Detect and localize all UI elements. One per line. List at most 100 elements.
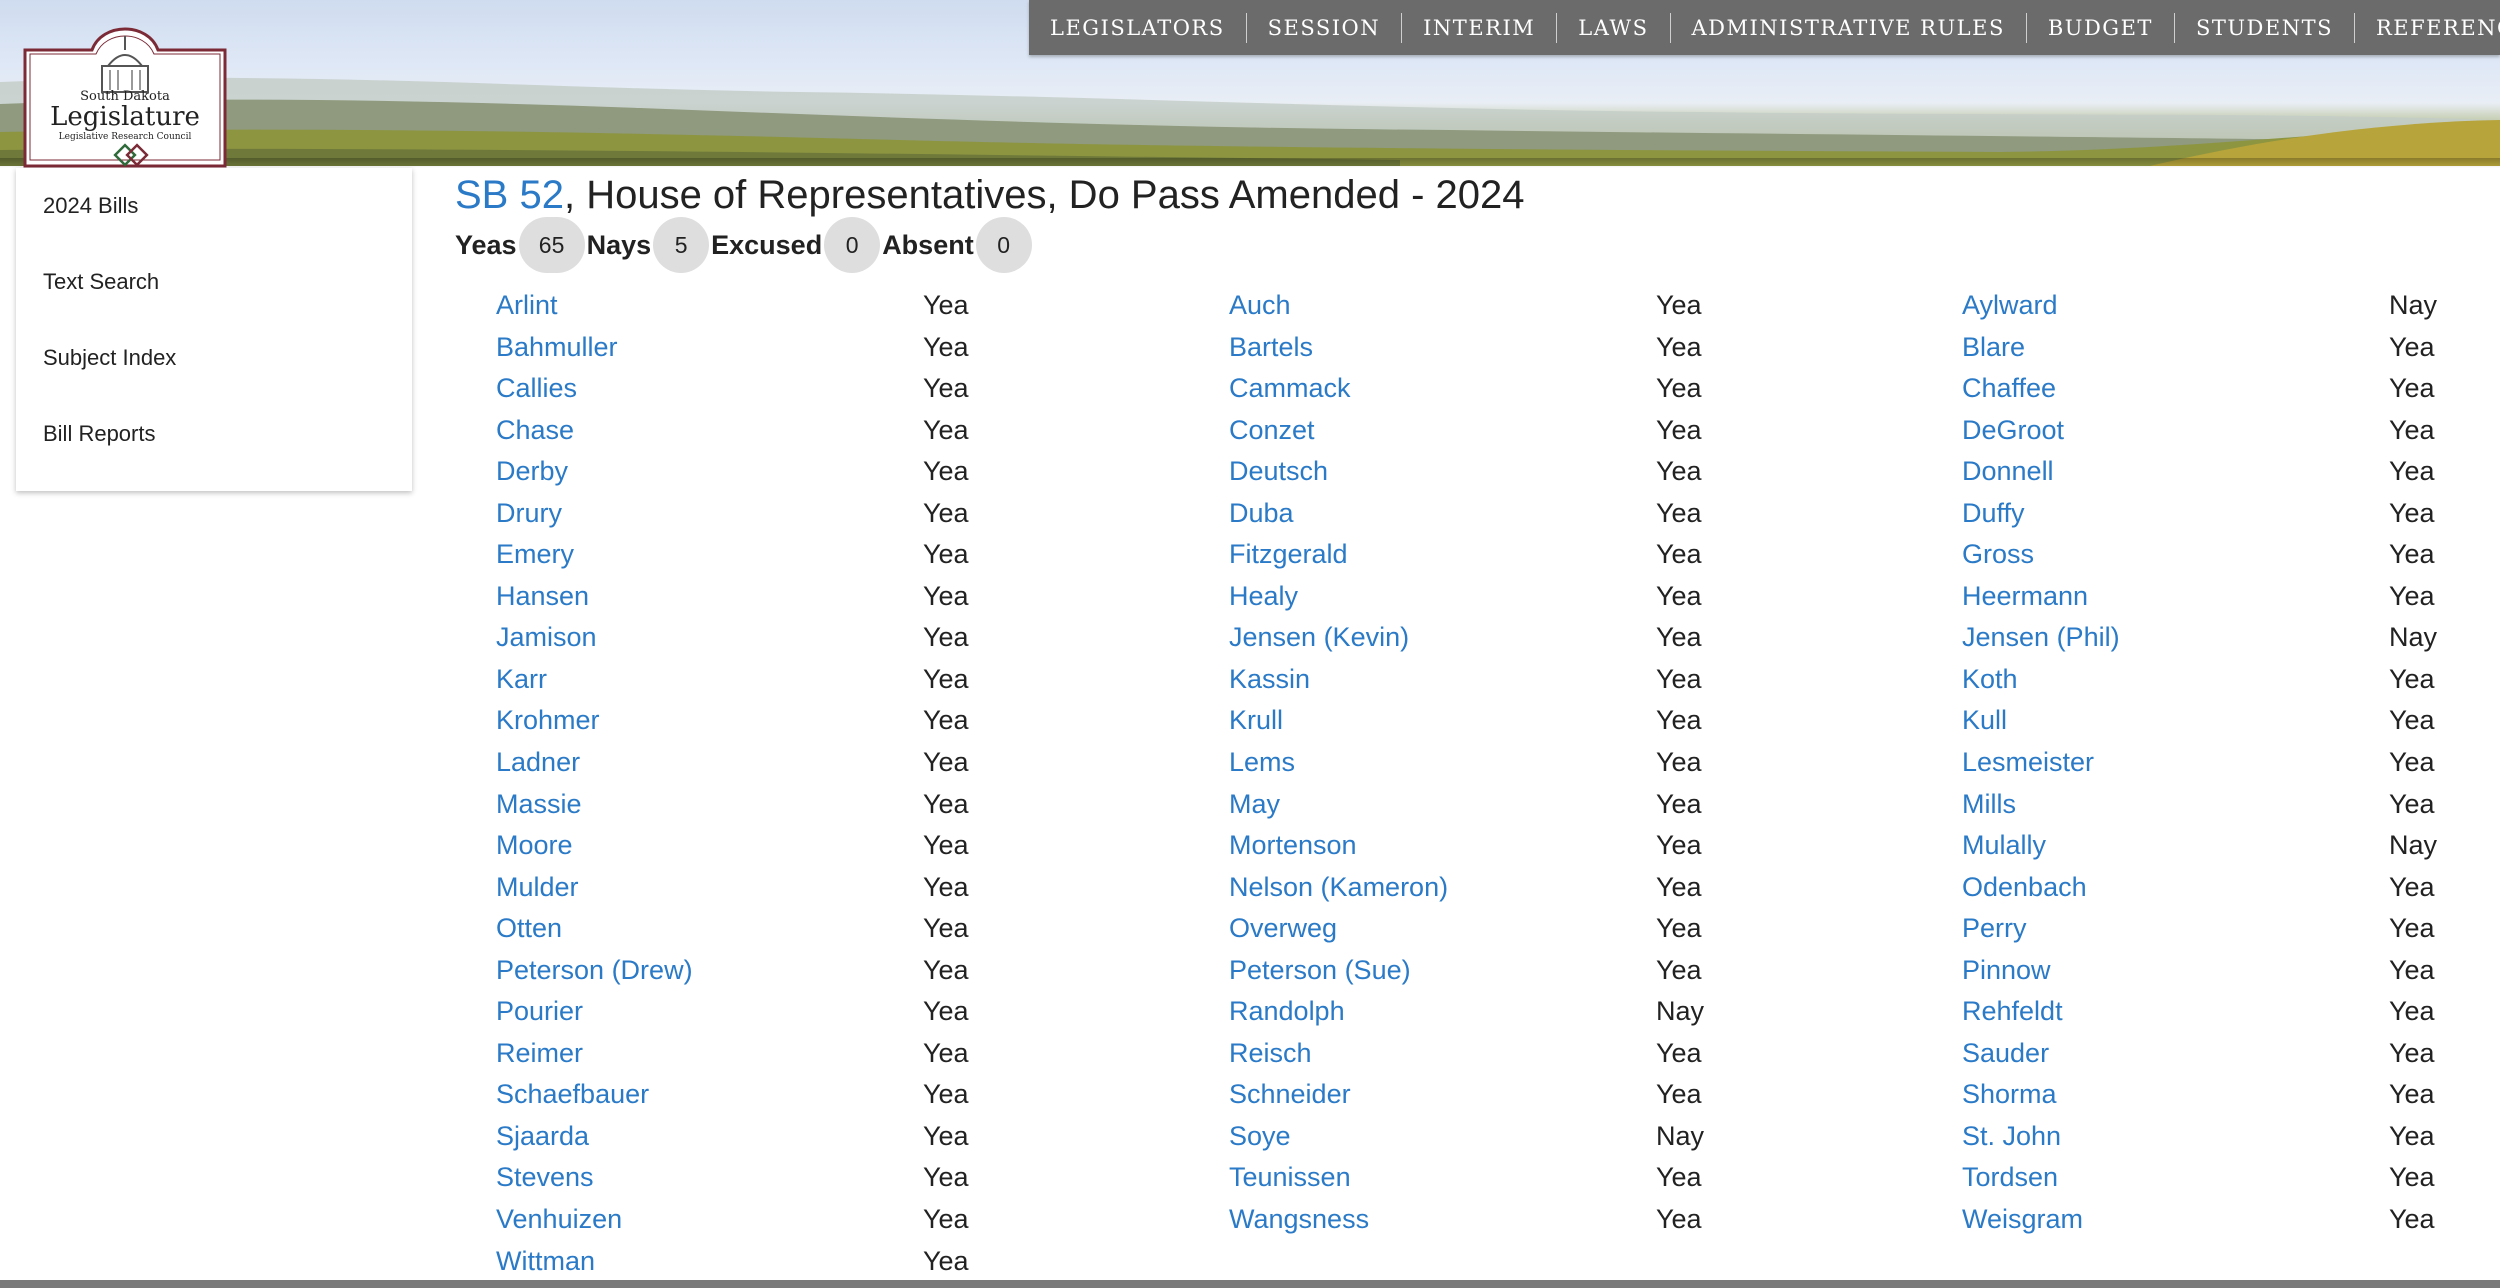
legislator-link[interactable]: Koth (1962, 659, 2389, 701)
legislator-link[interactable]: Mulally (1962, 825, 2389, 867)
sidebar-item-2024-bills[interactable]: 2024 Bills (16, 168, 412, 244)
vote-value: Yea (2389, 871, 2435, 902)
sidebar-item-text-search[interactable]: Text Search (16, 244, 412, 320)
vote-value: Yea (1656, 788, 1702, 819)
legislator-link[interactable]: Bartels (1229, 327, 1656, 369)
legislator-link[interactable]: Schneider (1229, 1074, 1656, 1116)
legislator-link[interactable]: Peterson (Sue) (1229, 950, 1656, 992)
legislator-link[interactable]: Heermann (1962, 576, 2389, 618)
legislator-link[interactable]: May (1229, 784, 1656, 826)
legislator-link[interactable]: Drury (496, 493, 923, 535)
legislator-link[interactable]: Ladner (496, 742, 923, 784)
legislator-link[interactable]: Soye (1229, 1116, 1656, 1158)
legislator-link[interactable]: Lems (1229, 742, 1656, 784)
legislator-link[interactable]: Deutsch (1229, 451, 1656, 493)
legislator-link[interactable]: Weisgram (1962, 1199, 2389, 1241)
legislator-link[interactable]: Jensen (Phil) (1962, 617, 2389, 659)
legislator-link[interactable]: Stevens (496, 1157, 923, 1199)
legislator-link[interactable]: Fitzgerald (1229, 534, 1656, 576)
logo-line-2: Legislature (50, 102, 200, 132)
nav-interim[interactable]: INTERIM (1402, 12, 1558, 43)
legislator-link[interactable]: Jamison (496, 617, 923, 659)
legislator-link[interactable]: Rehfeldt (1962, 991, 2389, 1033)
legislator-link[interactable]: Schaefbauer (496, 1074, 923, 1116)
legislator-link[interactable]: Karr (496, 659, 923, 701)
legislator-link[interactable]: Reimer (496, 1033, 923, 1075)
legislator-link[interactable]: Emery (496, 534, 923, 576)
nav-legislators[interactable]: LEGISLATORS (1029, 12, 1247, 43)
vote-value: Yea (2389, 996, 2435, 1027)
legislator-link[interactable]: Cammack (1229, 368, 1656, 410)
nav-session[interactable]: SESSION (1247, 12, 1403, 43)
legislator-link[interactable]: Randolph (1229, 991, 1656, 1033)
vote-value: Yea (1656, 622, 1702, 653)
legislator-link[interactable]: Reisch (1229, 1033, 1656, 1075)
legislator-link[interactable]: Healy (1229, 576, 1656, 618)
legislator-link[interactable]: Chaffee (1962, 368, 2389, 410)
legislator-link[interactable]: Sjaarda (496, 1116, 923, 1158)
nav-students[interactable]: STUDENTS (2175, 12, 2355, 43)
legislator-link[interactable]: Jensen (Kevin) (1229, 617, 1656, 659)
legislator-link[interactable]: Donnell (1962, 451, 2389, 493)
vote-value: Nay (1656, 996, 1705, 1027)
vote-value: Yea (2389, 1204, 2435, 1235)
legislator-link[interactable]: Conzet (1229, 410, 1656, 452)
vote-value: Yea (1656, 331, 1702, 362)
legislator-link[interactable]: Massie (496, 784, 923, 826)
nav-laws[interactable]: LAWS (1557, 12, 1671, 43)
legislator-link[interactable]: Peterson (Drew) (496, 950, 923, 992)
legislator-link[interactable]: Chase (496, 410, 923, 452)
legislator-link[interactable]: Krull (1229, 700, 1656, 742)
legislator-link[interactable]: Venhuizen (496, 1199, 923, 1241)
legislator-link[interactable]: Duffy (1962, 493, 2389, 535)
legislator-link[interactable]: Wittman (496, 1241, 923, 1283)
legislator-link[interactable]: Auch (1229, 285, 1656, 327)
vote-value: Yea (923, 954, 969, 985)
legislator-link[interactable]: Callies (496, 368, 923, 410)
vote-description: , House of Representatives, Do Pass Amen… (563, 173, 1525, 217)
legislator-link[interactable]: Teunissen (1229, 1157, 1656, 1199)
legislator-link[interactable]: Krohmer (496, 700, 923, 742)
legislator-link[interactable]: Mortenson (1229, 825, 1656, 867)
legislator-link[interactable]: Derby (496, 451, 923, 493)
legislator-link[interactable]: Lesmeister (1962, 742, 2389, 784)
legislator-link[interactable]: Duba (1229, 493, 1656, 535)
legislator-link[interactable]: Hansen (496, 576, 923, 618)
nav-references[interactable]: REFERENCES (2355, 13, 2500, 43)
legislator-link[interactable]: Moore (496, 825, 923, 867)
vote-value: Yea (2389, 580, 2435, 611)
bill-link[interactable]: SB 52 (455, 173, 564, 217)
legislator-link[interactable]: Mills (1962, 784, 2389, 826)
legislator-link[interactable]: Tordsen (1962, 1157, 2389, 1199)
legislator-link[interactable]: Odenbach (1962, 867, 2389, 909)
legislator-link[interactable]: Aylward (1962, 285, 2389, 327)
vote-value: Yea (2389, 1037, 2435, 1068)
legislator-link[interactable]: Kull (1962, 700, 2389, 742)
nav-administrative-rules[interactable]: ADMINISTRATIVE RULES (1671, 12, 2027, 43)
legislator-link[interactable]: Blare (1962, 327, 2389, 369)
sidebar-item-subject-index[interactable]: Subject Index (16, 320, 412, 396)
legislator-link[interactable]: Arlint (496, 285, 923, 327)
legislator-link[interactable]: Wangsness (1229, 1199, 1656, 1241)
nav-budget[interactable]: BUDGET (2027, 12, 2175, 43)
legislator-link[interactable]: Overweg (1229, 908, 1656, 950)
legislator-link[interactable]: Pourier (496, 991, 923, 1033)
legislator-link[interactable]: Kassin (1229, 659, 1656, 701)
legislator-link[interactable]: Pinnow (1962, 950, 2389, 992)
legislator-link[interactable]: Bahmuller (496, 327, 923, 369)
vote-value: Yea (923, 1120, 969, 1151)
legislator-link[interactable]: Shorma (1962, 1074, 2389, 1116)
legislator-link[interactable]: Otten (496, 908, 923, 950)
vote-value: Yea (2389, 539, 2435, 570)
legislature-logo[interactable]: South Dakota Legislature Legislative Res… (22, 10, 228, 168)
legislator-link[interactable]: Mulder (496, 867, 923, 909)
legislator-link[interactable]: DeGroot (1962, 410, 2389, 452)
legislator-link[interactable]: Gross (1962, 534, 2389, 576)
vote-value: Yea (1656, 954, 1702, 985)
sidebar-item-bill-reports[interactable]: Bill Reports (16, 396, 412, 472)
legislator-link[interactable]: Sauder (1962, 1033, 2389, 1075)
vote-value: Yea (2389, 913, 2435, 944)
legislator-link[interactable]: Perry (1962, 908, 2389, 950)
legislator-link[interactable]: Nelson (Kameron) (1229, 867, 1656, 909)
legislator-link[interactable]: St. John (1962, 1116, 2389, 1158)
